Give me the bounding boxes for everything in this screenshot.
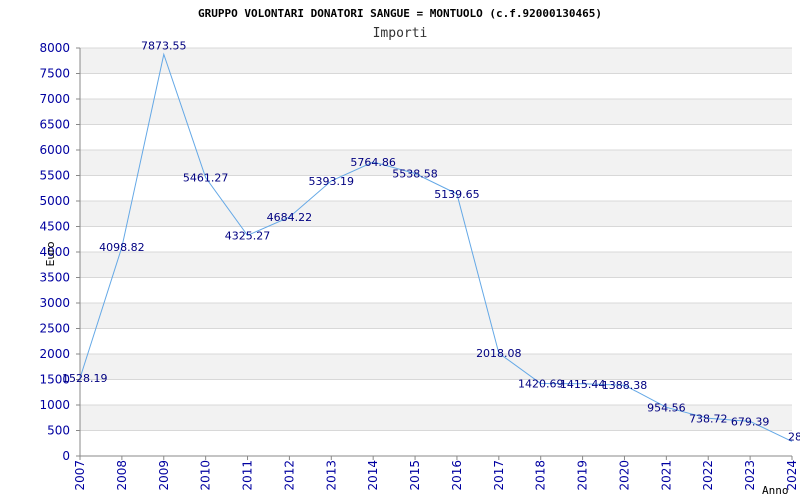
- y-tick-label: 500: [47, 424, 70, 438]
- chart-root: 0 500 1000 1500 2000 2500 3000 3500 4000 4500 5000…: [0, 0, 800, 500]
- x-tick-label: 2013: [324, 460, 338, 491]
- x-axis-label: Anno: [762, 484, 789, 497]
- x-tick-label: 2021: [659, 460, 673, 491]
- y-tick-label: 5000: [39, 194, 70, 208]
- data-label: 4684.22: [267, 211, 313, 224]
- y-tick-label: 5500: [39, 169, 70, 183]
- x-tick-label: 2018: [534, 460, 548, 491]
- x-tick-label: 2011: [241, 460, 255, 491]
- line-chart: 0500100015002000250030003500400045005000…: [39, 7, 800, 497]
- data-label: 285.7: [788, 430, 800, 443]
- y-tick-label: 7000: [39, 92, 70, 106]
- data-label: 2018.08: [476, 347, 522, 360]
- data-label: 7873.55: [141, 39, 187, 52]
- y-tick-label: 0: [62, 449, 70, 463]
- plot-band: [80, 354, 792, 380]
- x-tick-label: 2015: [408, 460, 422, 491]
- data-label: 4098.82: [99, 241, 145, 254]
- plot-band: [80, 48, 792, 74]
- data-label: 954.56: [647, 401, 686, 414]
- x-tick-label: 2009: [157, 460, 171, 491]
- data-label: 5393.19: [309, 175, 355, 188]
- x-tick-label: 2022: [701, 460, 715, 491]
- y-tick-label: 1000: [39, 398, 70, 412]
- plot-band: [80, 303, 792, 329]
- data-label: 4325.27: [225, 229, 271, 242]
- data-label: 5538.58: [392, 168, 438, 181]
- data-label: 738.72: [689, 412, 728, 425]
- data-label: 679.39: [731, 415, 770, 428]
- x-tick-label: 2012: [282, 460, 296, 491]
- data-label: 5461.27: [183, 171, 229, 184]
- y-tick-label: 6500: [39, 118, 70, 132]
- x-tick-label: 2008: [115, 460, 129, 491]
- x-tick-label: 2010: [199, 460, 213, 491]
- x-tick-label: 2019: [576, 460, 590, 491]
- x-tick-label: 2007: [73, 460, 87, 491]
- data-label: 1415.44: [560, 378, 606, 391]
- data-label: 1388.38: [602, 379, 648, 392]
- y-tick-label: 8000: [39, 41, 70, 55]
- data-label: 1420.69: [518, 378, 564, 391]
- y-tick-label: 7500: [39, 67, 70, 81]
- data-label: 5139.65: [434, 188, 480, 201]
- x-tick-label: 2017: [492, 460, 506, 491]
- y-tick-label: 2000: [39, 347, 70, 361]
- x-tick-label: 2020: [617, 460, 631, 491]
- y-tick-label: 4500: [39, 220, 70, 234]
- x-tick-label: 2023: [743, 460, 757, 491]
- y-tick-label: 3000: [39, 296, 70, 310]
- y-axis-label: Euro: [44, 241, 57, 266]
- x-tick-labels: 2007 2008 2009 2010 2011 2012 2013 2014 2015 2016…: [73, 460, 799, 491]
- plot-band: [80, 201, 792, 227]
- data-label: 1528.19: [62, 372, 108, 385]
- y-tick-label: 6000: [39, 143, 70, 157]
- x-tick-label: 2014: [366, 460, 380, 491]
- plot-band: [80, 252, 792, 278]
- y-tick-label: 3500: [39, 271, 70, 285]
- y-tick-label: 2500: [39, 322, 70, 336]
- data-label: 5764.86: [350, 156, 396, 169]
- x-tick-label: 2016: [450, 460, 464, 491]
- plot-background-bands: [80, 48, 792, 431]
- chart-subtitle: Importi: [373, 26, 428, 41]
- chart-title: GRUPPO VOLONTARI DONATORI SANGUE = MONTU…: [198, 7, 602, 20]
